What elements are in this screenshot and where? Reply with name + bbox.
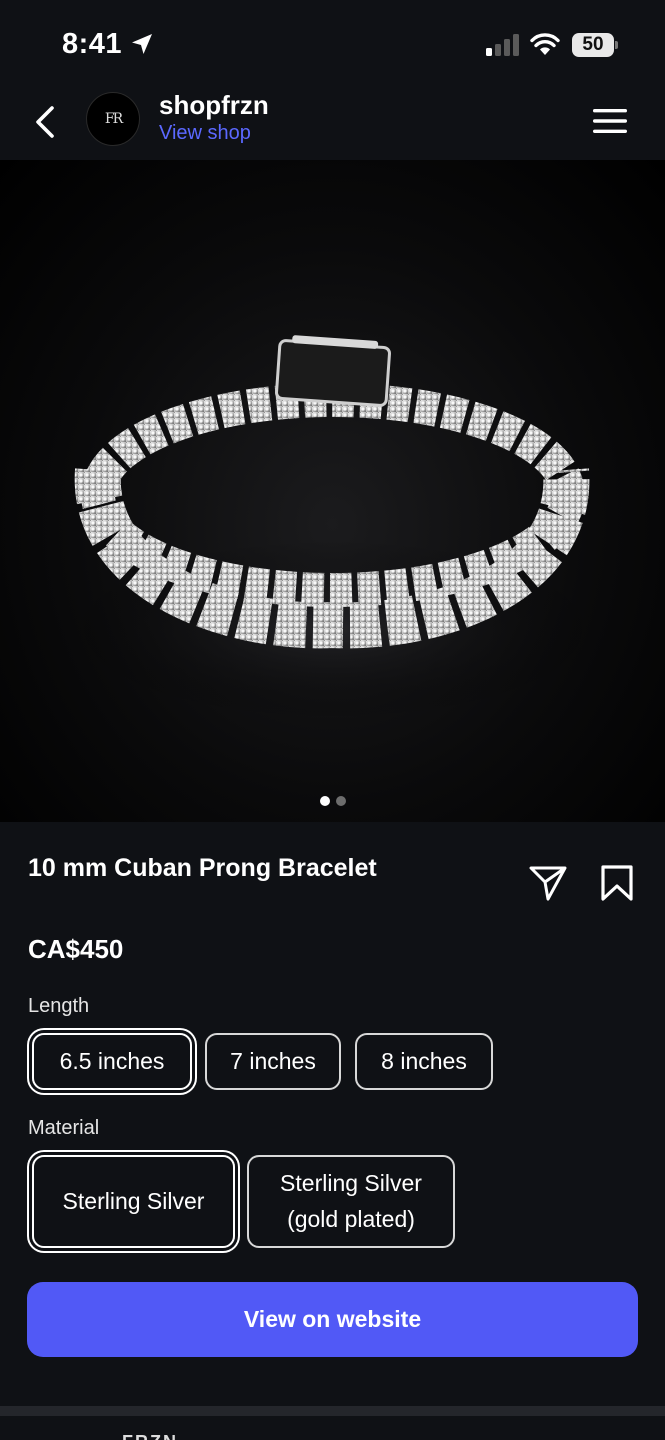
product-price: CA$450: [28, 934, 124, 964]
location-arrow-icon: [132, 34, 152, 54]
material-option-sterling-silver[interactable]: Sterling Silver: [32, 1155, 235, 1248]
nav-header: FR shopfrzn View shop: [0, 88, 665, 160]
back-chevron-icon[interactable]: [30, 102, 60, 142]
shop-name[interactable]: shopfrzn: [159, 90, 269, 121]
view-shop-link[interactable]: View shop: [159, 122, 251, 145]
hamburger-menu-icon[interactable]: [592, 106, 628, 136]
carousel-dot-active[interactable]: [319, 796, 330, 806]
carousel-dots: [0, 796, 665, 806]
length-option-8-inches[interactable]: 8 inches: [355, 1033, 493, 1090]
length-option-7-inches[interactable]: 7 inches: [205, 1033, 341, 1090]
material-label: Material: [28, 1117, 100, 1139]
carousel-dot[interactable]: [335, 796, 346, 806]
length-option-6-5-inches[interactable]: 6.5 inches: [32, 1033, 192, 1090]
next-card-heading: FRZN: [122, 1432, 178, 1440]
bookmark-icon[interactable]: [600, 864, 634, 902]
status-bar: 8:41 50: [0, 0, 665, 88]
share-icon[interactable]: [528, 864, 568, 902]
shop-avatar[interactable]: FR: [86, 92, 140, 146]
section-divider: [0, 1406, 665, 1416]
material-option-sterling-silver-gold-plated[interactable]: Sterling Silver (gold plated): [247, 1155, 455, 1248]
status-time: 8:41: [62, 28, 123, 60]
length-label: Length: [28, 995, 90, 1017]
product-title: 10 mm Cuban Prong Bracelet: [28, 854, 377, 882]
shop-logo: FR: [104, 111, 123, 127]
product-image-carousel[interactable]: [0, 160, 665, 822]
battery-icon: 50: [572, 33, 618, 57]
wifi-icon: [530, 33, 560, 55]
bracelet-image: [63, 335, 603, 720]
view-on-website-button[interactable]: View on website: [27, 1282, 638, 1357]
cellular-signal-icon: [486, 34, 519, 56]
battery-level: 50: [582, 34, 604, 55]
